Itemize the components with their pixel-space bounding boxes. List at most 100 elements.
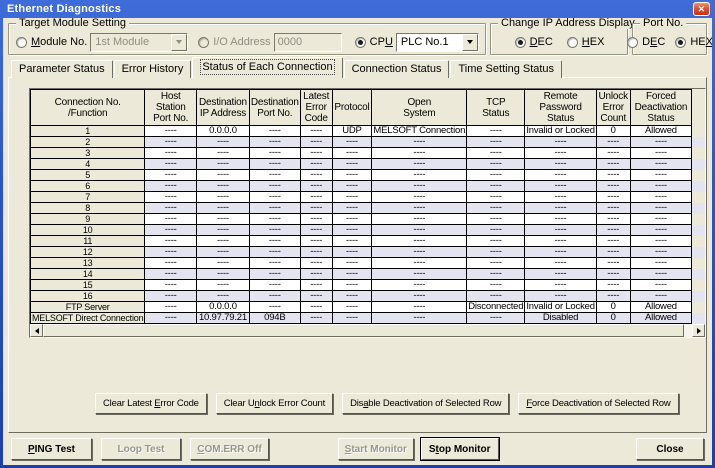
grid-cell[interactable]: ---- (372, 313, 467, 324)
grid-cell[interactable]: Disconnected (467, 302, 525, 313)
grid-cell[interactable]: ---- (300, 137, 332, 148)
grid-cell[interactable]: ---- (372, 148, 467, 159)
grid-cell[interactable]: ---- (467, 269, 525, 280)
grid-cell[interactable]: ---- (249, 203, 300, 214)
grid-cell[interactable]: ---- (372, 137, 467, 148)
grid-cell[interactable]: ---- (525, 159, 596, 170)
ping-test-button[interactable]: PING Test (11, 438, 92, 460)
grid-cell[interactable]: ---- (300, 258, 332, 269)
grid-cell[interactable]: Invalid or Locked (525, 126, 596, 137)
grid-cell[interactable]: ---- (630, 291, 692, 302)
grid-cell[interactable]: ---- (197, 181, 250, 192)
grid-cell[interactable]: ---- (596, 269, 630, 280)
tab-connection-status[interactable]: Connection Status (344, 60, 450, 78)
tab-time-setting-status[interactable]: Time Setting Status (450, 60, 562, 78)
titlebar[interactable]: Ethernet Diagnostics ✕ (3, 0, 712, 18)
radio-unchecked-icon[interactable] (567, 37, 578, 48)
row-label[interactable]: 16 (31, 291, 145, 302)
grid-cell[interactable]: ---- (249, 170, 300, 181)
grid-cell[interactable]: ---- (300, 247, 332, 258)
grid-cell[interactable]: ---- (467, 137, 525, 148)
grid-cell[interactable]: ---- (300, 214, 332, 225)
grid-cell[interactable]: ---- (372, 192, 467, 203)
grid-cell[interactable]: ---- (197, 247, 250, 258)
grid-cell[interactable]: ---- (197, 269, 250, 280)
grid-cell[interactable]: ---- (332, 269, 372, 280)
grid-cell[interactable]: ---- (467, 313, 525, 324)
row-label[interactable]: 3 (31, 148, 145, 159)
grid-cell[interactable]: ---- (249, 269, 300, 280)
grid-cell[interactable]: ---- (372, 258, 467, 269)
grid-cell[interactable]: ---- (145, 247, 197, 258)
tab-status-of-each-connection[interactable]: Status of Each Connection (192, 57, 342, 78)
grid-cell[interactable]: 10.97.79.21 (197, 313, 250, 324)
grid-cell[interactable]: ---- (372, 269, 467, 280)
grid-cell[interactable]: ---- (525, 192, 596, 203)
grid-cell[interactable]: ---- (525, 137, 596, 148)
grid-cell[interactable]: ---- (467, 225, 525, 236)
grid-cell[interactable]: ---- (372, 159, 467, 170)
grid-cell[interactable]: ---- (300, 225, 332, 236)
grid-cell[interactable]: ---- (300, 313, 332, 324)
grid-cell[interactable]: ---- (630, 214, 692, 225)
grid-cell[interactable]: ---- (145, 214, 197, 225)
grid-cell[interactable]: ---- (197, 203, 250, 214)
grid-cell[interactable]: ---- (596, 280, 630, 291)
grid-cell[interactable]: ---- (197, 291, 250, 302)
grid-cell[interactable]: 0.0.0.0 (197, 126, 250, 137)
grid-cell[interactable]: ---- (300, 203, 332, 214)
grid-cell[interactable]: ---- (596, 159, 630, 170)
grid-cell[interactable]: ---- (332, 203, 372, 214)
close-button[interactable]: Close (636, 438, 704, 460)
grid-cell[interactable]: ---- (467, 148, 525, 159)
grid-cell[interactable]: ---- (145, 181, 197, 192)
grid-cell[interactable]: ---- (249, 280, 300, 291)
radio-checked-icon[interactable] (355, 37, 366, 48)
grid-cell[interactable]: 0 (596, 126, 630, 137)
grid-cell[interactable]: ---- (197, 280, 250, 291)
grid-cell[interactable]: ---- (467, 236, 525, 247)
grid-cell[interactable]: ---- (596, 236, 630, 247)
grid-cell[interactable]: 0 (596, 302, 630, 313)
grid-cell[interactable]: ---- (300, 170, 332, 181)
radio-unchecked-icon[interactable] (16, 37, 27, 48)
disable-deactivation-button[interactable]: Disable Deactivation of Selected Row (342, 393, 509, 414)
row-label[interactable]: 9 (31, 214, 145, 225)
grid-cell[interactable]: ---- (372, 236, 467, 247)
dropdown-button[interactable] (462, 34, 478, 51)
grid-cell[interactable]: ---- (630, 148, 692, 159)
grid-cell[interactable]: ---- (596, 192, 630, 203)
row-label[interactable]: 14 (31, 269, 145, 280)
row-label[interactable]: 1 (31, 126, 145, 137)
row-label[interactable]: MELSOFT Direct Connection (31, 313, 145, 324)
grid-cell[interactable]: ---- (630, 280, 692, 291)
port-dec-radio[interactable]: DEC (627, 36, 665, 48)
grid-cell[interactable]: ---- (145, 192, 197, 203)
ip-hex-radio[interactable]: HEX (567, 36, 605, 48)
grid-cell[interactable]: ---- (630, 203, 692, 214)
grid-cell[interactable]: ---- (249, 247, 300, 258)
grid-cell[interactable]: ---- (596, 170, 630, 181)
row-label[interactable]: 11 (31, 236, 145, 247)
force-deactivation-button[interactable]: Force Deactivation of Selected Row (518, 393, 678, 414)
cpu-select[interactable]: PLC No.1 (396, 33, 479, 52)
grid-cell[interactable]: ---- (332, 170, 372, 181)
grid-cell[interactable]: ---- (197, 214, 250, 225)
grid-cell[interactable]: ---- (596, 291, 630, 302)
grid-cell[interactable]: ---- (467, 280, 525, 291)
grid-cell[interactable]: ---- (596, 137, 630, 148)
grid-cell[interactable]: ---- (145, 280, 197, 291)
grid-cell[interactable]: ---- (249, 137, 300, 148)
grid-cell[interactable]: ---- (467, 181, 525, 192)
grid-cell[interactable]: ---- (525, 170, 596, 181)
grid-cell[interactable]: ---- (145, 225, 197, 236)
grid-cell[interactable]: ---- (300, 159, 332, 170)
grid-cell[interactable]: Allowed (630, 302, 692, 313)
grid-cell[interactable]: ---- (300, 192, 332, 203)
grid-cell[interactable]: ---- (630, 225, 692, 236)
grid-cell[interactable]: ---- (332, 280, 372, 291)
grid-cell[interactable]: ---- (145, 126, 197, 137)
grid-cell[interactable]: ---- (596, 148, 630, 159)
grid-cell[interactable]: ---- (372, 302, 467, 313)
grid-cell[interactable]: UDP (332, 126, 372, 137)
